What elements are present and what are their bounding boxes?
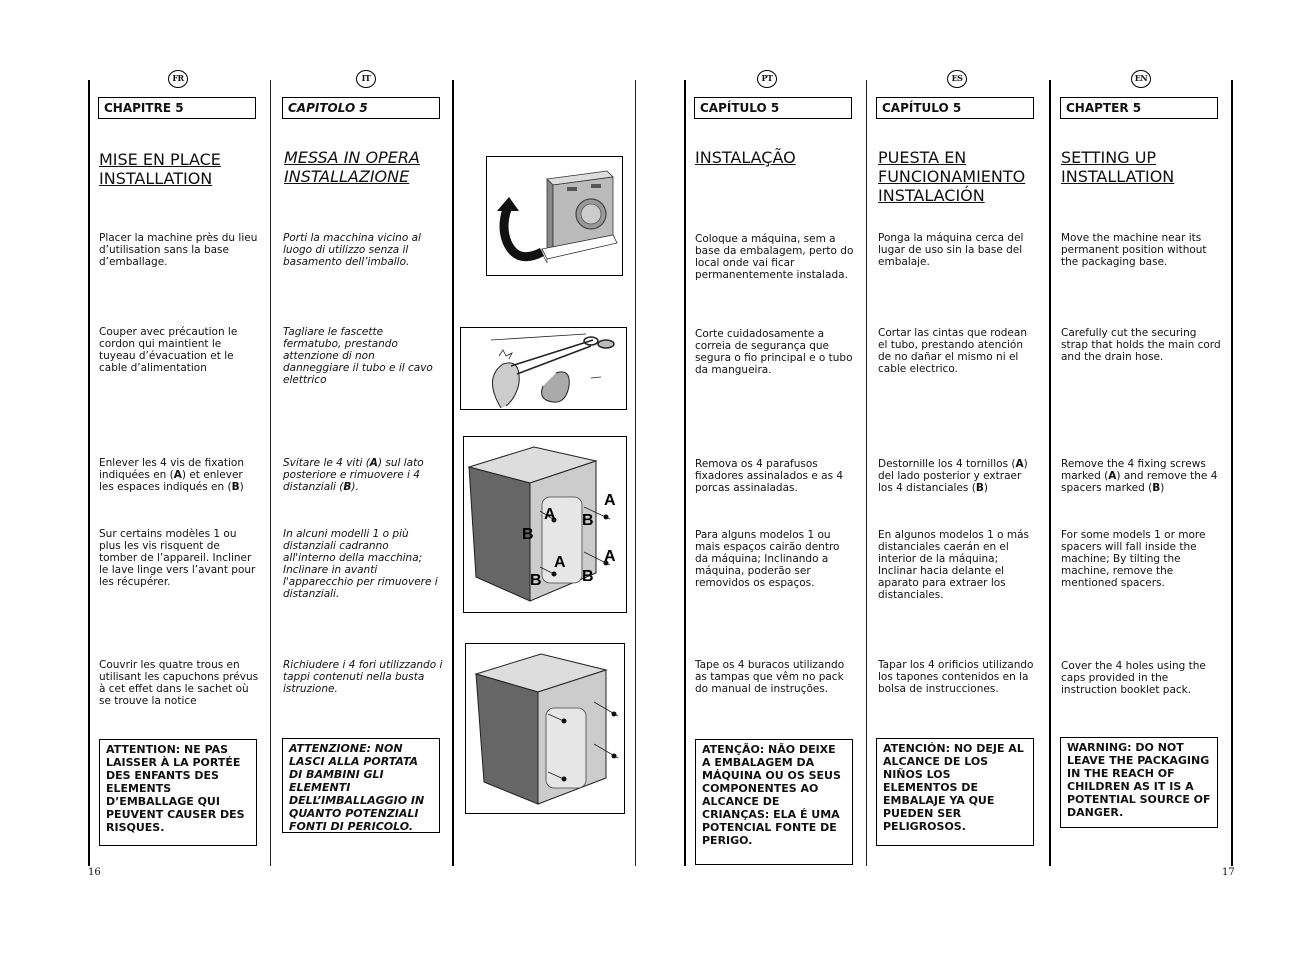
label-b: B bbox=[522, 526, 534, 543]
section-title: MESSA IN OPERA INSTALLAZIONE bbox=[284, 148, 420, 186]
text: Svitare le 4 viti ( bbox=[283, 457, 370, 469]
step-1-text: Ponga la máquina cerca del lugar de uso … bbox=[878, 232, 1024, 268]
label-b: B bbox=[582, 512, 594, 529]
step-1-text: Move the machine near its permanent posi… bbox=[1061, 232, 1207, 268]
label-a: A bbox=[173, 469, 182, 481]
chapter-heading: CAPITOLO 5 bbox=[282, 97, 440, 119]
step-4-text: En algunos modelos 1 o más distanciales … bbox=[878, 529, 1030, 601]
step-1-text: Porti la macchina vicino al luogo di uti… bbox=[283, 232, 421, 268]
label-a: A bbox=[1015, 458, 1024, 470]
language-badge-pt: PT bbox=[757, 70, 777, 88]
text: ) bbox=[983, 482, 988, 494]
label-b: B bbox=[582, 568, 594, 585]
column-divider bbox=[1231, 80, 1233, 866]
section-title: PUESTA EN FUNCIONAMIENTO INSTALACIÓN bbox=[878, 148, 1026, 205]
warning-box: ATTENTION: NE PAS LAISSER À LA PORTÉE DE… bbox=[99, 739, 257, 846]
step-4-text: In alcuni modelli 1 o più distanziali ca… bbox=[283, 528, 438, 600]
page-number-right: 17 bbox=[1222, 867, 1235, 878]
step-1-text: Placer la machine près du lieu d’utilisa… bbox=[99, 232, 258, 268]
step-5-text: Richiudere i 4 fori utilizzando i tappi … bbox=[283, 659, 443, 695]
step-3-text: Svitare le 4 viti (A) sul lato posterior… bbox=[283, 457, 443, 493]
step-2-text: Tagliare le fascette fermatubo, prestand… bbox=[283, 326, 433, 386]
column-divider bbox=[88, 80, 90, 866]
column-divider bbox=[635, 80, 636, 866]
step-5-text: Tape os 4 buracos utilizando as tampas q… bbox=[695, 659, 845, 695]
chapter-heading: CAPÍTULO 5 bbox=[876, 97, 1034, 119]
language-badge-fr: FR bbox=[168, 70, 188, 88]
text: ) bbox=[239, 481, 244, 493]
language-badge-es: ES bbox=[947, 70, 967, 88]
step-3-text: Remova os 4 parafusos fixadores assinala… bbox=[695, 458, 844, 494]
step-5-text: Tapar los 4 orificios utilizando los tap… bbox=[878, 659, 1034, 695]
step-2-text: Corte cuidadosamente a correia de segura… bbox=[695, 328, 853, 376]
text: ). bbox=[351, 481, 359, 493]
figure-cover-holes bbox=[465, 643, 625, 814]
machine-rear-caps-icon bbox=[474, 653, 619, 805]
step-2-text: Couper avec précaution le cordon qui mai… bbox=[99, 326, 238, 374]
warning-box: ATTENZIONE: NON LASCI ALLA PORTATA DI BA… bbox=[282, 738, 440, 833]
label-a: A bbox=[604, 548, 616, 565]
step-2-text: Cortar las cintas que rodean el tubo, pr… bbox=[878, 327, 1027, 375]
step-4-text: Sur certains modèles 1 ou plus les vis r… bbox=[99, 528, 256, 588]
scissors-icon bbox=[490, 333, 615, 408]
step-4-text: Para alguns modelos 1 ou mais espaços ca… bbox=[695, 529, 840, 589]
label-a: A bbox=[369, 457, 378, 469]
label-a: A bbox=[604, 492, 616, 509]
label-a: A bbox=[544, 506, 556, 523]
label-b: B bbox=[530, 572, 542, 589]
figure-remove-screws: A B A B A B A B bbox=[463, 436, 627, 613]
figure-move-machine bbox=[486, 156, 623, 276]
column-divider bbox=[866, 80, 867, 866]
step-3-text: Remove the 4 fixing screws marked (A) an… bbox=[1061, 458, 1221, 494]
washing-machine-icon bbox=[497, 170, 618, 264]
text: ) bbox=[1160, 482, 1165, 494]
label-a: A bbox=[554, 554, 566, 571]
label-b: B bbox=[231, 481, 240, 493]
label-b: B bbox=[1152, 482, 1161, 494]
column-divider bbox=[1049, 80, 1051, 866]
chapter-heading: CAPÍTULO 5 bbox=[694, 97, 852, 119]
warning-box: ATENCIÓN: NO DEJE AL ALCANCE DE LOS NIÑO… bbox=[876, 738, 1034, 846]
label-b: B bbox=[975, 482, 984, 494]
language-badge-en: EN bbox=[1131, 70, 1151, 88]
section-title: MISE EN PLACE INSTALLATION bbox=[99, 150, 221, 188]
chapter-heading: CHAPTER 5 bbox=[1060, 97, 1218, 119]
step-5-text: Couvrir les quatre trous en utilisant le… bbox=[99, 659, 259, 707]
section-title: SETTING UP INSTALLATION bbox=[1061, 148, 1175, 186]
page-number-left: 16 bbox=[88, 867, 101, 878]
step-3-text: Enlever les 4 vis de fixation indiquées … bbox=[99, 457, 259, 493]
step-4-text: For some models 1 or more spacers will f… bbox=[1061, 529, 1206, 589]
step-2-text: Carefully cut the securing strap that ho… bbox=[1061, 327, 1221, 363]
figure-cut-strap bbox=[460, 327, 627, 410]
language-badge-it: IT bbox=[356, 70, 376, 88]
machine-rear-icon: A B A B A B A B bbox=[467, 446, 616, 602]
step-3-text: Destornille los 4 tornillos (A) del lado… bbox=[878, 458, 1038, 494]
text: Destornille los 4 tornillos ( bbox=[878, 458, 1016, 470]
step-1-text: Coloque a máquina, sem a base da embalag… bbox=[695, 233, 854, 281]
warning-box: WARNING: DO NOT LEAVE THE PACKAGING IN T… bbox=[1060, 737, 1218, 828]
column-divider bbox=[684, 80, 686, 866]
chapter-heading: CHAPITRE 5 bbox=[98, 97, 256, 119]
section-title: INSTALAÇÃO bbox=[695, 148, 796, 167]
step-5-text: Cover the 4 holes using the caps provide… bbox=[1061, 660, 1206, 696]
column-divider bbox=[452, 80, 454, 866]
warning-box: ATENÇÃO: NÃO DEIXE A EMBALAGEM DA MÁQUIN… bbox=[695, 739, 853, 865]
column-divider bbox=[270, 80, 271, 866]
